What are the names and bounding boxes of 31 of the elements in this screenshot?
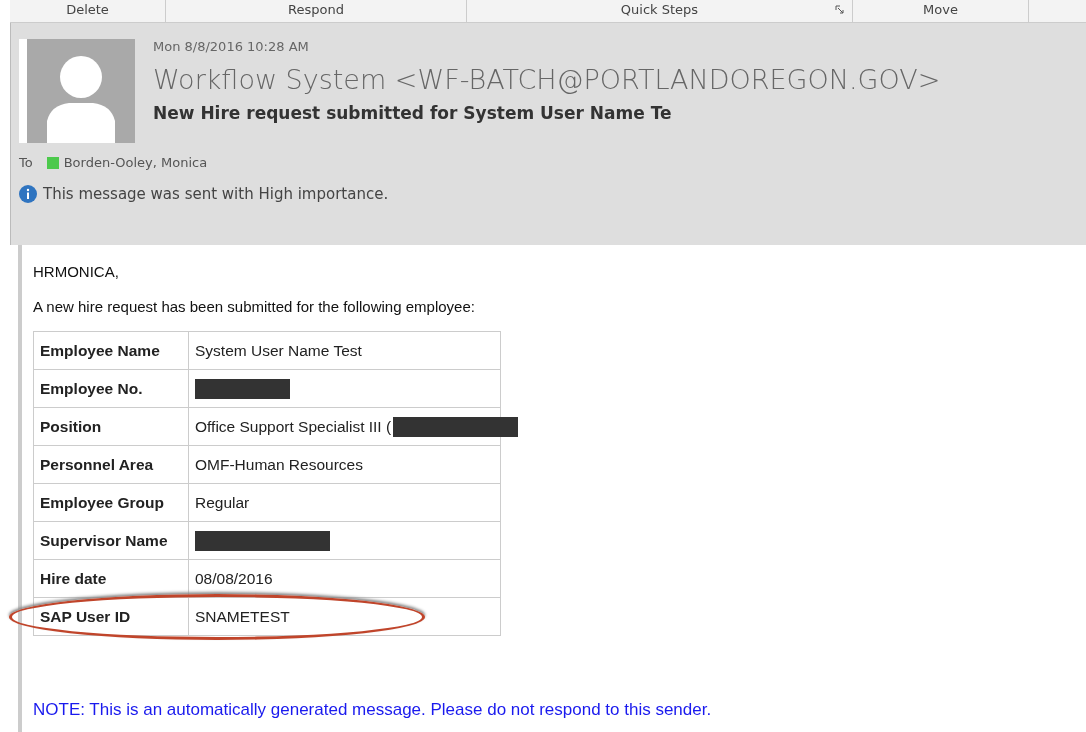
ribbon-group-label: Move — [923, 2, 958, 18]
ribbon-group-label: Delete — [66, 2, 109, 18]
info-icon — [19, 185, 37, 203]
sender-name: Workflow System <WF-BATCH@PORTLANDOREGON.GOV> — [153, 64, 941, 95]
field-label: Employee Name — [40, 341, 160, 359]
presence-icon — [46, 156, 59, 169]
field-value: 08/08/2016 — [195, 569, 273, 588]
field-label: Personnel Area — [40, 455, 154, 473]
field-value: SNAMETEST — [195, 607, 290, 626]
recipient-name[interactable]: Borden-Ooley, Monica — [63, 155, 208, 170]
field-value: OMF-Human Resources — [195, 455, 363, 474]
greeting: HRMONICA, — [33, 262, 120, 280]
importance-notice: This message was sent with High importance. — [43, 185, 389, 203]
dialog-launcher-icon[interactable] — [835, 5, 844, 14]
field-label: SAP User ID — [40, 607, 131, 625]
field-label: Supervisor Name — [40, 531, 168, 549]
note-text: NOTE: This is an automatically generated message. Please do not respond to this sender. — [33, 700, 713, 720]
avatar-icon — [19, 39, 135, 143]
ribbon-group-label: Quick Steps — [620, 2, 699, 18]
field-value: System User Name Test — [195, 341, 362, 360]
to-label: To — [19, 155, 33, 170]
field-value: Office Support Specialist III ( — [195, 417, 392, 436]
field-value: Regular — [195, 493, 250, 512]
intro-text: A new hire request has been submitted for the following employee: — [33, 298, 476, 315]
field-label: Employee No. — [40, 379, 143, 397]
message-date: Mon 8/8/2016 10:28 AM — [153, 39, 309, 54]
message-subject: New Hire request submitted for System User Name Te — [153, 103, 672, 123]
field-label: Employee Group — [40, 493, 165, 511]
ribbon-group-label: Respond — [288, 2, 344, 18]
field-label: Hire date — [40, 569, 107, 587]
field-label: Position — [40, 417, 102, 435]
